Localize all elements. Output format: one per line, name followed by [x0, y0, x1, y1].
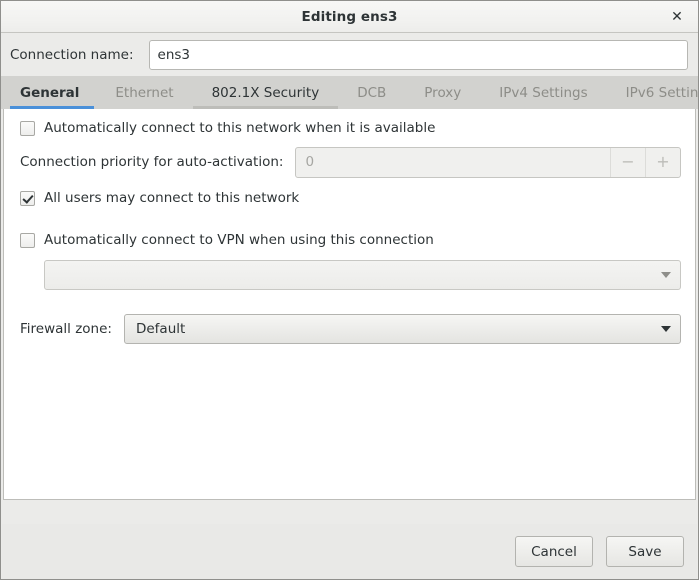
tab-ipv6-settings[interactable]: IPv6 Settings: [607, 76, 699, 109]
cancel-button[interactable]: Cancel: [515, 536, 593, 567]
firewall-zone-value: Default: [135, 321, 186, 337]
tab-general-label: General: [20, 84, 80, 101]
tab-ipv4-settings-label: IPv4 Settings: [499, 84, 588, 101]
all-users-label: All users may connect to this network: [44, 190, 300, 206]
editing-connection-dialog: Editing ens3 ✕ Connection name: General …: [0, 0, 699, 580]
close-icon[interactable]: ✕: [666, 6, 688, 28]
connection-name-label: Connection name:: [10, 46, 134, 63]
auto-vpn-row: Automatically connect to VPN when using …: [4, 225, 695, 255]
title-bar: Editing ens3 ✕: [1, 1, 698, 33]
auto-connect-row: Automatically connect to this network wh…: [4, 113, 695, 143]
vpn-select[interactable]: [44, 260, 681, 290]
connection-name-row: Connection name:: [1, 33, 698, 76]
dialog-footer: Cancel Save: [2, 524, 697, 579]
connection-priority-decrement-button[interactable]: −: [610, 147, 645, 177]
firewall-zone-row: Firewall zone: Default: [4, 313, 695, 345]
tab-ipv6-settings-label: IPv6 Settings: [625, 84, 699, 101]
tab-bar: General Ethernet 802.1X Security DCB Pro…: [1, 76, 698, 109]
auto-connect-checkbox[interactable]: [20, 120, 35, 136]
auto-connect-label: Automatically connect to this network wh…: [44, 120, 436, 136]
auto-vpn-checkbox[interactable]: [20, 232, 35, 248]
all-users-checkbox[interactable]: [20, 190, 35, 206]
firewall-zone-select[interactable]: Default: [123, 314, 681, 344]
connection-name-input[interactable]: [148, 39, 688, 70]
tab-8021x-security[interactable]: 802.1X Security: [192, 76, 339, 109]
tab-ethernet[interactable]: Ethernet: [96, 76, 192, 109]
general-tab-panel: Automatically connect to this network wh…: [3, 109, 696, 500]
connection-priority-value[interactable]: 0: [296, 148, 610, 177]
tab-general[interactable]: General: [10, 76, 96, 109]
connection-priority-row: Connection priority for auto-activation:…: [4, 145, 695, 179]
tab-dcb[interactable]: DCB: [338, 76, 405, 109]
chevron-down-icon: [661, 326, 671, 332]
chevron-down-icon: [661, 272, 671, 278]
connection-priority-stepper[interactable]: 0 − +: [295, 146, 681, 178]
save-button[interactable]: Save: [606, 536, 684, 567]
tab-dcb-label: DCB: [357, 84, 387, 101]
tab-proxy[interactable]: Proxy: [405, 76, 480, 109]
window-title: Editing ens3: [301, 8, 398, 25]
connection-priority-label: Connection priority for auto-activation:: [20, 154, 284, 170]
tab-8021x-security-label: 802.1X Security: [211, 84, 320, 101]
connection-priority-increment-button[interactable]: +: [645, 147, 680, 177]
all-users-row: All users may connect to this network: [4, 183, 695, 213]
tab-ethernet-label: Ethernet: [115, 84, 174, 101]
firewall-zone-label: Firewall zone:: [20, 321, 112, 337]
tab-proxy-label: Proxy: [424, 84, 462, 101]
auto-vpn-label: Automatically connect to VPN when using …: [44, 232, 434, 248]
tab-ipv4-settings[interactable]: IPv4 Settings: [480, 76, 606, 109]
vpn-select-row: [4, 259, 695, 291]
